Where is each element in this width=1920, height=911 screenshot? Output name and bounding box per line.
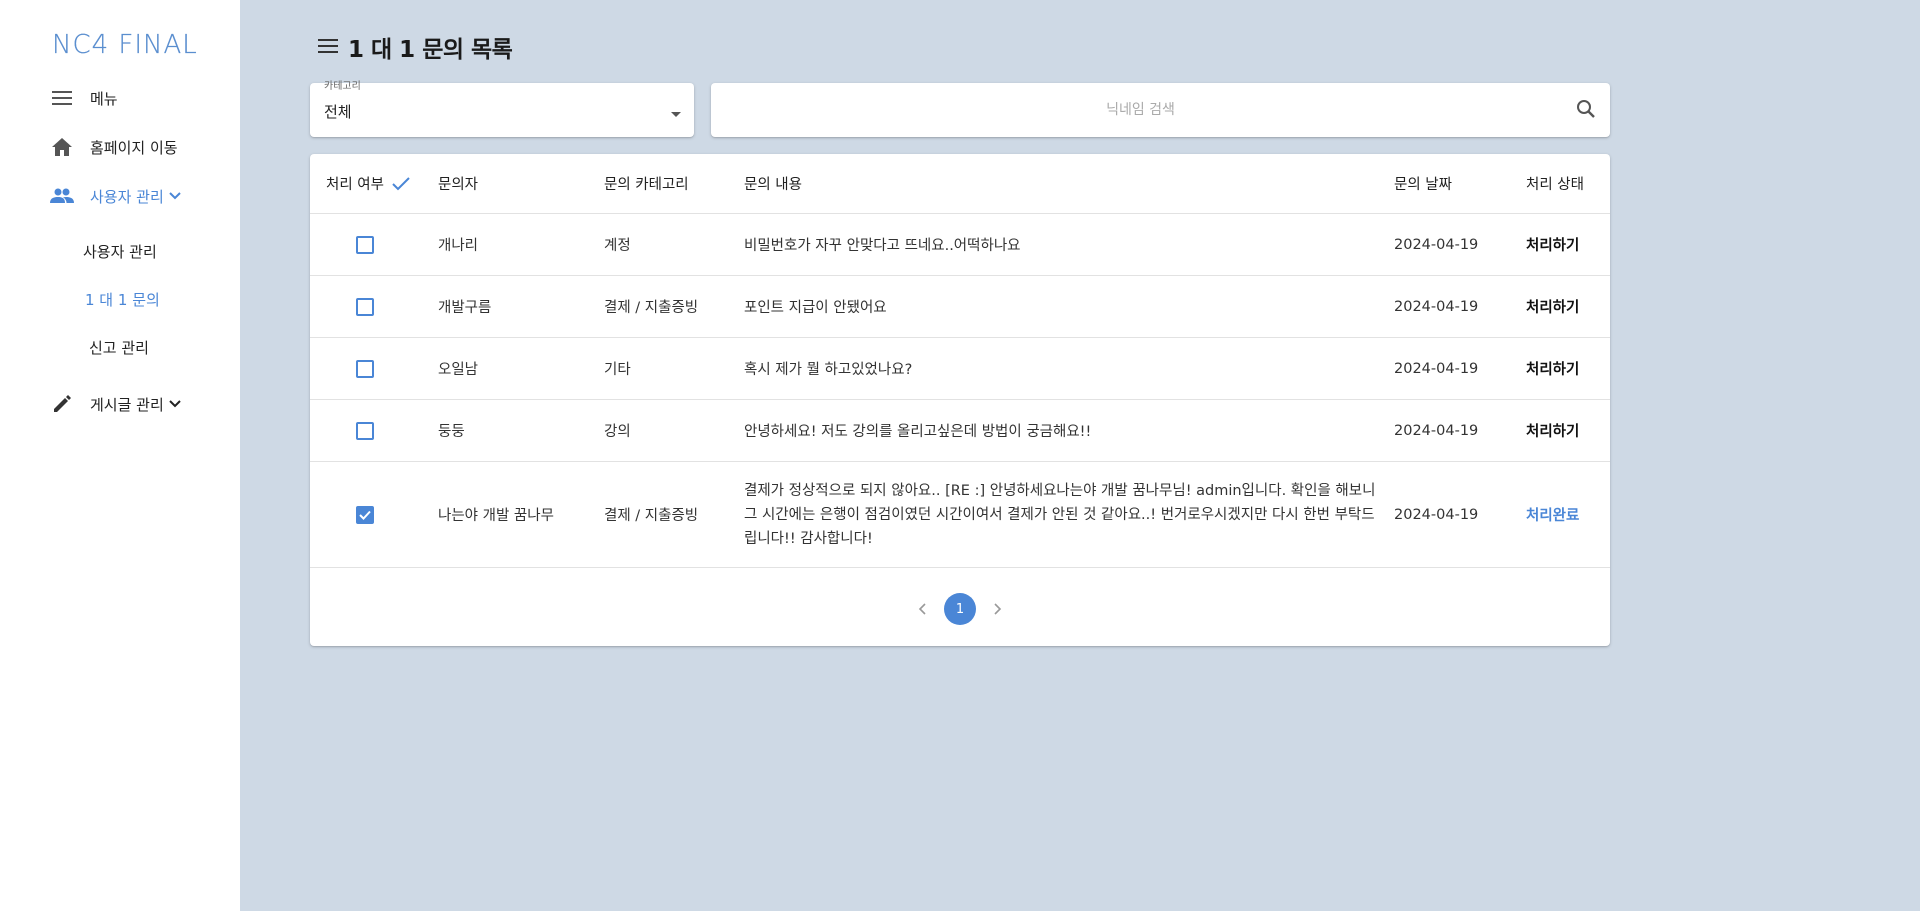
table-row: 개발구름 결제 / 지출증빙 포인트 지급이 안됐어요 2024-04-19 처… xyxy=(310,276,1610,338)
page-title: 1 대 1 문의 목록 xyxy=(348,37,513,63)
row-content[interactable]: 포인트 지급이 안됐어요 xyxy=(744,276,887,337)
category-select[interactable]: 카테고리 전체 xyxy=(310,81,694,137)
sidebar-item-user-management[interactable]: 사용자 관리 xyxy=(50,184,182,208)
check-icon xyxy=(359,510,371,520)
sidebar-item-home[interactable]: 홈페이지 이동 xyxy=(50,135,178,159)
sidebar-subitem-inquiry[interactable]: 1 대 1 문의 xyxy=(85,289,160,310)
page-button[interactable]: 1 xyxy=(944,593,976,625)
processed-checkbox[interactable] xyxy=(356,297,374,316)
category-select-label: 카테고리 xyxy=(324,81,361,92)
row-content[interactable]: 안녕하세요! 저도 강의를 올리고싶은데 방법이 궁금해요!! xyxy=(744,400,1091,461)
header-status: 처리 상태 xyxy=(1526,177,1584,193)
row-date: 2024-04-19 xyxy=(1394,506,1479,523)
search-icon[interactable] xyxy=(1576,99,1596,123)
chevron-down-icon xyxy=(168,399,182,409)
page-header: 1 대 1 문의 목록 xyxy=(318,30,513,64)
header-user: 문의자 xyxy=(438,177,479,193)
row-content[interactable]: 결제가 정상적으로 되지 않아요.. [RE :] 안녕하세요나는야 개발 꿈나… xyxy=(744,479,1384,551)
check-icon xyxy=(392,176,410,191)
row-user: 개발구름 xyxy=(438,300,492,316)
header-label: 처리 여부 xyxy=(326,177,384,193)
inquiry-table: 처리 여부 문의자 문의 카테고리 문의 내용 문의 날짜 처리 상태 개나리 … xyxy=(310,154,1610,646)
row-user: 나는야 개발 꿈나무 xyxy=(438,508,554,524)
chevron-left-icon[interactable] xyxy=(918,603,928,615)
sidebar: NC4 FINAL 메뉴 홈페이지 이동 사용자 관리 사용자 관리 1 대 1… xyxy=(0,0,240,911)
row-user: 오일남 xyxy=(438,362,479,378)
chevron-down-icon xyxy=(168,191,182,201)
process-button[interactable]: 처리하기 xyxy=(1526,338,1579,399)
sidebar-subitem-users[interactable]: 사용자 관리 xyxy=(83,241,157,262)
header-category: 문의 카테고리 xyxy=(604,177,689,193)
process-button[interactable]: 처리하기 xyxy=(1526,276,1579,337)
processed-checkbox[interactable] xyxy=(356,505,374,524)
processed-checkbox[interactable] xyxy=(356,235,374,254)
processed-checkbox[interactable] xyxy=(356,359,374,378)
row-date: 2024-04-19 xyxy=(1394,236,1479,253)
row-date: 2024-04-19 xyxy=(1394,422,1479,439)
pagination: 1 xyxy=(310,572,1610,646)
pencil-icon xyxy=(50,392,74,416)
processed-checkbox[interactable] xyxy=(356,421,374,440)
home-icon xyxy=(50,135,74,159)
table-row: 오일남 기타 혹시 제가 뭘 하고있었나요? 2024-04-19 처리하기 xyxy=(310,338,1610,400)
sidebar-item-menu[interactable]: 메뉴 xyxy=(50,86,118,110)
row-category: 계정 xyxy=(604,238,631,254)
menu-icon xyxy=(50,86,74,110)
sidebar-item-label: 게시글 관리 xyxy=(90,395,164,414)
table-header-row: 처리 여부 문의자 문의 카테고리 문의 내용 문의 날짜 처리 상태 xyxy=(310,154,1610,214)
row-category: 결제 / 지출증빙 xyxy=(604,300,699,316)
header-processed[interactable]: 처리 여부 xyxy=(326,154,410,213)
row-date: 2024-04-19 xyxy=(1394,360,1479,377)
row-user: 개나리 xyxy=(438,238,479,254)
table-row: 둥둥 강의 안녕하세요! 저도 강의를 올리고싶은데 방법이 궁금해요!! 20… xyxy=(310,400,1610,462)
row-user: 둥둥 xyxy=(438,424,465,440)
table-row: 나는야 개발 꿈나무 결제 / 지출증빙 결제가 정상적으로 되지 않아요.. … xyxy=(310,462,1610,568)
row-date: 2024-04-19 xyxy=(1394,298,1479,315)
sidebar-item-post-management[interactable]: 게시글 관리 xyxy=(50,392,182,416)
row-category: 강의 xyxy=(604,424,631,440)
header-content: 문의 내용 xyxy=(744,177,802,193)
category-select-value: 전체 xyxy=(324,103,352,121)
chevron-right-icon[interactable] xyxy=(992,603,1002,615)
header-date: 문의 날짜 xyxy=(1394,177,1452,193)
row-content[interactable]: 비밀번호가 자꾸 안맞다고 뜨네요..어떡하나요 xyxy=(744,214,1021,275)
process-button[interactable]: 처리하기 xyxy=(1526,400,1579,461)
sidebar-item-label: 메뉴 xyxy=(90,89,118,108)
table-row: 개나리 계정 비밀번호가 자꾸 안맞다고 뜨네요..어떡하나요 2024-04-… xyxy=(310,214,1610,276)
people-icon xyxy=(50,184,74,208)
row-category: 기타 xyxy=(604,362,631,378)
menu-icon[interactable] xyxy=(318,38,338,57)
dropdown-arrow-icon xyxy=(670,104,682,123)
logo[interactable]: NC4 FINAL xyxy=(52,30,198,60)
sidebar-item-label: 사용자 관리 xyxy=(90,187,164,206)
search-input[interactable] xyxy=(711,83,1610,137)
sidebar-item-label: 홈페이지 이동 xyxy=(90,138,178,157)
status-completed[interactable]: 처리완료 xyxy=(1526,462,1579,567)
sidebar-subitem-reports[interactable]: 신고 관리 xyxy=(89,337,149,358)
search-box xyxy=(711,83,1610,137)
row-content[interactable]: 혹시 제가 뭘 하고있었나요? xyxy=(744,338,912,399)
process-button[interactable]: 처리하기 xyxy=(1526,214,1579,275)
row-category: 결제 / 지출증빙 xyxy=(604,508,699,524)
